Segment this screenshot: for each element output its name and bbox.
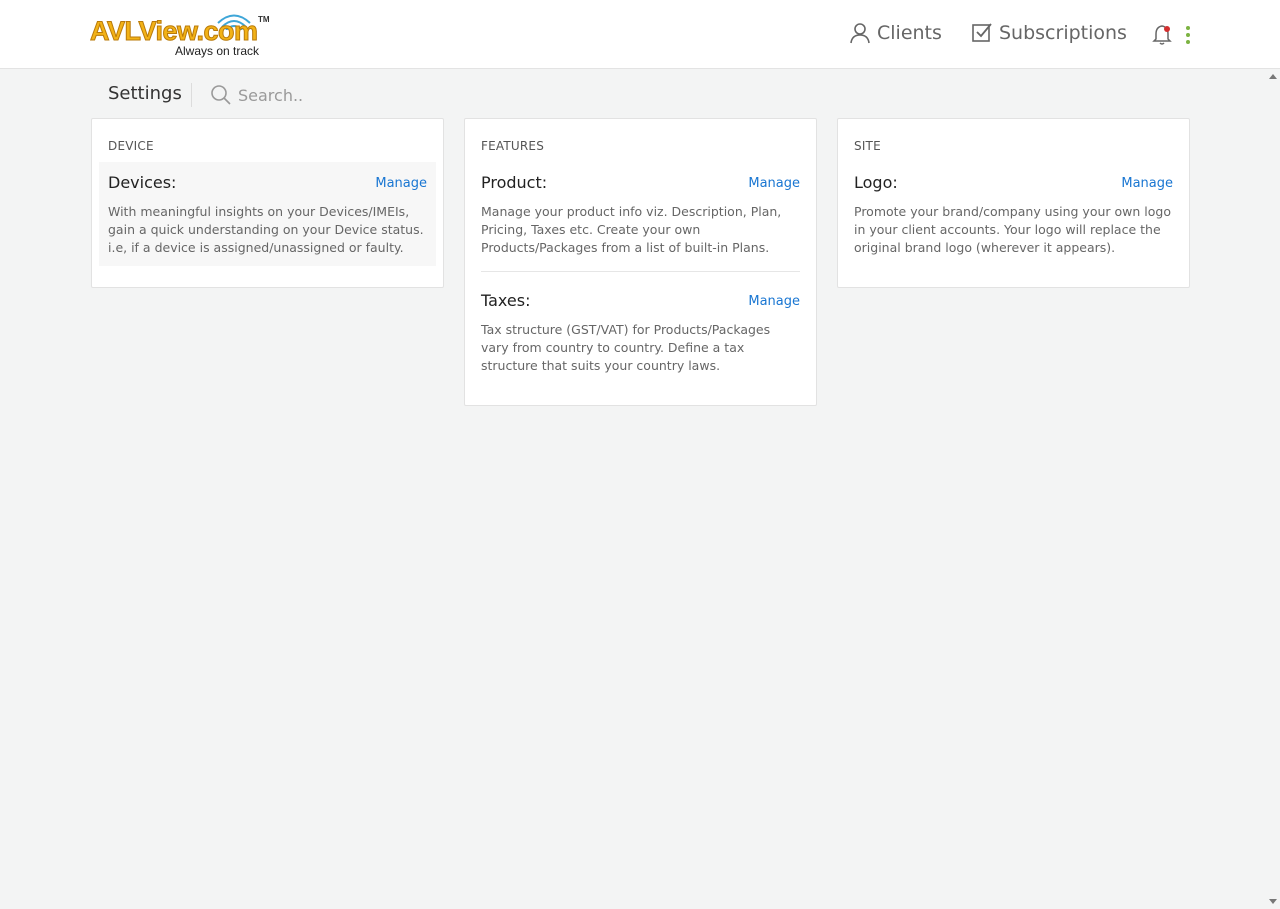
search-icon [211, 85, 231, 105]
user-icon [850, 23, 870, 44]
site-card: SITE Logo: Manage Promote your brand/com… [837, 118, 1190, 288]
card-heading: FEATURES [481, 139, 545, 153]
card-heading: SITE [854, 139, 881, 153]
item-title: Product: [481, 173, 548, 192]
scroll-down-icon[interactable] [1269, 899, 1277, 904]
notifications-button[interactable] [1152, 24, 1172, 46]
trademark-mark: TM [258, 15, 270, 24]
kebab-menu-icon[interactable] [1181, 24, 1195, 46]
search-box[interactable] [210, 81, 450, 109]
item-description: Tax structure (GST/VAT) for Products/Pac… [481, 322, 771, 373]
kebab-dot [1186, 33, 1190, 37]
manage-product-link[interactable]: Manage [748, 176, 800, 191]
toolbar-divider [191, 83, 192, 107]
settings-item-devices: Devices: Manage With meaningful insights… [99, 162, 436, 266]
top-header: AVLView.com TM Always on track Clients S… [0, 0, 1280, 69]
item-description: Manage your product info viz. Descriptio… [481, 204, 782, 255]
nav-subscriptions[interactable]: Subscriptions [971, 22, 1127, 44]
item-description: Promote your brand/company using your ow… [854, 204, 1171, 255]
checkbox-icon [972, 23, 992, 42]
nav-subscriptions-label: Subscriptions [999, 22, 1127, 44]
nav-clients[interactable]: Clients [849, 22, 942, 44]
settings-item-product: Product: Manage Manage your product info… [472, 162, 809, 262]
brand-logo[interactable]: AVLView.com TM Always on track [90, 10, 270, 60]
brand-tagline: Always on track [175, 44, 260, 58]
item-description: With meaningful insights on your Devices… [108, 204, 424, 255]
manage-taxes-link[interactable]: Manage [748, 294, 800, 309]
device-card: DEVICE Devices: Manage With meaningful i… [91, 118, 444, 288]
item-title: Logo: [854, 173, 898, 192]
item-title: Taxes: [481, 291, 531, 310]
features-card: FEATURES Product: Manage Manage your pro… [464, 118, 817, 406]
bell-icon [1152, 25, 1172, 45]
scroll-up-icon[interactable] [1269, 74, 1277, 79]
manage-devices-link[interactable]: Manage [375, 176, 427, 191]
kebab-dot [1186, 26, 1190, 30]
nav-clients-label: Clients [877, 22, 942, 44]
item-separator [481, 271, 800, 272]
manage-logo-link[interactable]: Manage [1121, 176, 1173, 191]
card-heading: DEVICE [108, 139, 154, 153]
vertical-scrollbar[interactable] [1265, 69, 1280, 909]
brand-name: AVLView.com [90, 16, 259, 47]
search-input[interactable] [238, 85, 438, 105]
settings-item-logo: Logo: Manage Promote your brand/company … [845, 162, 1182, 266]
kebab-dot [1186, 40, 1190, 44]
settings-item-taxes: Taxes: Manage Tax structure (GST/VAT) fo… [472, 280, 809, 380]
item-title: Devices: [108, 173, 177, 192]
page-title: Settings [108, 83, 182, 104]
